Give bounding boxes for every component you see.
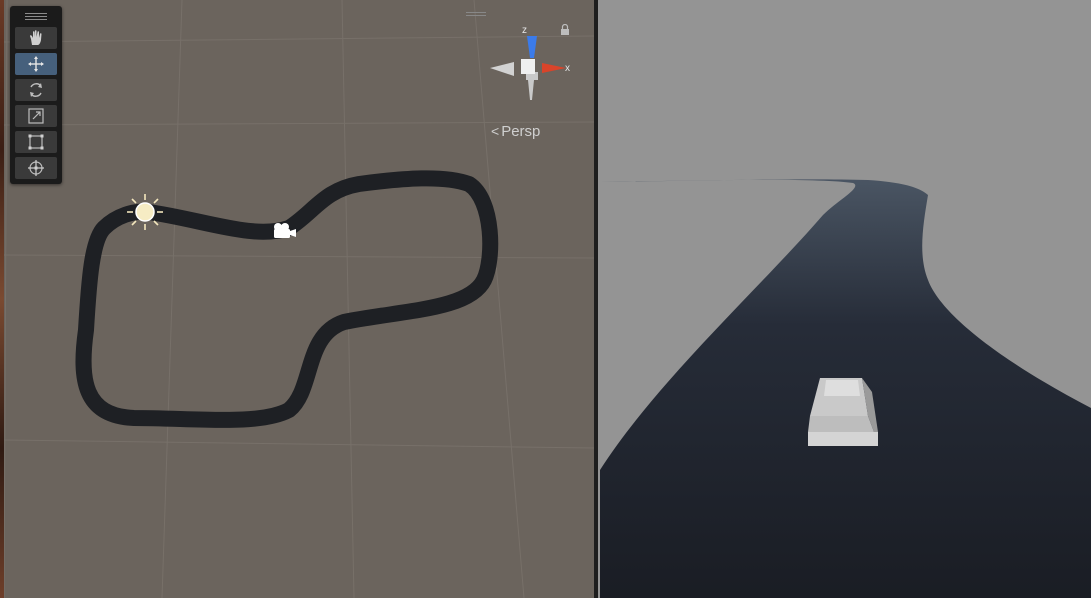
game-view[interactable] xyxy=(598,0,1091,598)
rotate-icon xyxy=(30,83,42,97)
transform-tool-button[interactable] xyxy=(15,157,57,179)
rotate-tool-button[interactable] xyxy=(15,79,57,101)
projection-toggle[interactable]: < Persp xyxy=(491,122,561,140)
transform-icon xyxy=(28,160,44,176)
lock-icon[interactable] xyxy=(560,24,570,36)
x-axis-cone xyxy=(542,63,566,73)
perspective-icon: < xyxy=(491,123,500,139)
scene-view[interactable]: z x < Persp xyxy=(4,0,594,598)
move-tool-button[interactable] xyxy=(15,53,57,75)
scale-tool-button[interactable] xyxy=(15,105,57,127)
z-axis-cone xyxy=(527,36,537,58)
rect-transform-icon xyxy=(28,134,44,150)
sun-icon xyxy=(127,194,163,230)
hand-tool-button[interactable] xyxy=(15,27,57,49)
gizmo-center-cube xyxy=(521,59,535,74)
x-axis-label: x xyxy=(565,63,570,74)
car-model xyxy=(808,378,878,446)
neg-x-axis-cone xyxy=(490,62,514,76)
orientation-gizmo[interactable]: z x xyxy=(486,22,582,118)
drag-handle[interactable] xyxy=(466,12,486,18)
z-axis-label: z xyxy=(522,25,527,36)
scale-icon xyxy=(28,108,44,124)
tools-overlay xyxy=(10,6,62,184)
tools-drag-handle[interactable] xyxy=(10,6,62,26)
move-icon xyxy=(28,56,44,72)
game-render xyxy=(598,0,1091,598)
y-axis-cone xyxy=(526,72,538,100)
rect-tool-button[interactable] xyxy=(15,131,57,153)
projection-label: Persp xyxy=(501,122,541,140)
hand-icon xyxy=(30,30,42,45)
